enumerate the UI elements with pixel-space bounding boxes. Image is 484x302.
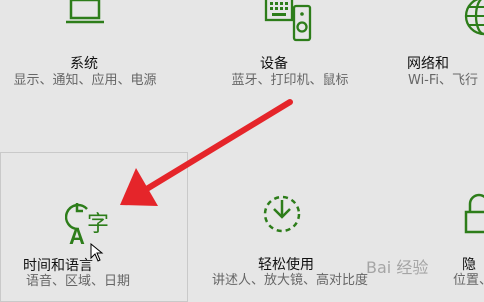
tile-network-title: 网络和 [407, 56, 449, 72]
tile-devices-desc: 蓝牙、打印机、鼠标 [231, 73, 349, 88]
tile-system-title: 系统 [70, 56, 98, 72]
watermark: Bai 经验 [366, 258, 429, 277]
tile-ease-of-access-desc: 讲述人、放大镜、高对比度 [212, 273, 369, 288]
tile-privacy-desc: 位置、 [453, 273, 484, 288]
svg-text:字: 字 [87, 212, 109, 237]
tile-ease-of-access[interactable]: 轻松使用 讲述人、放大镜、高对比度 [200, 152, 380, 302]
mouse-cursor-icon [90, 243, 104, 262]
tile-system[interactable]: 系统 显示、通知、应用、电源 [0, 0, 160, 150]
tile-devices-title: 设备 [260, 56, 288, 72]
tile-privacy[interactable]: 隐 位置、 [448, 152, 484, 302]
svg-text:A: A [69, 224, 85, 247]
tile-devices[interactable]: 设备 蓝牙、打印机、鼠标 [200, 0, 380, 150]
tile-system-desc: 显示、通知、应用、电源 [13, 73, 157, 88]
laptop-icon [66, 0, 104, 24]
tile-network-desc: Wi-Fi、飞行 [408, 73, 479, 88]
devices-icon [264, 0, 312, 42]
globe-icon [464, 0, 484, 36]
tile-network[interactable]: 网络和 Wi-Fi、飞行 [400, 0, 484, 150]
time-language-icon: A 字 [65, 203, 109, 247]
tile-time-language-desc: 语音、区域、日期 [26, 274, 131, 289]
lock-icon [464, 193, 484, 234]
ease-of-access-icon [263, 195, 301, 233]
tile-time-language[interactable]: A 字 时间和语言 语音、区域、日期 [0, 152, 188, 302]
